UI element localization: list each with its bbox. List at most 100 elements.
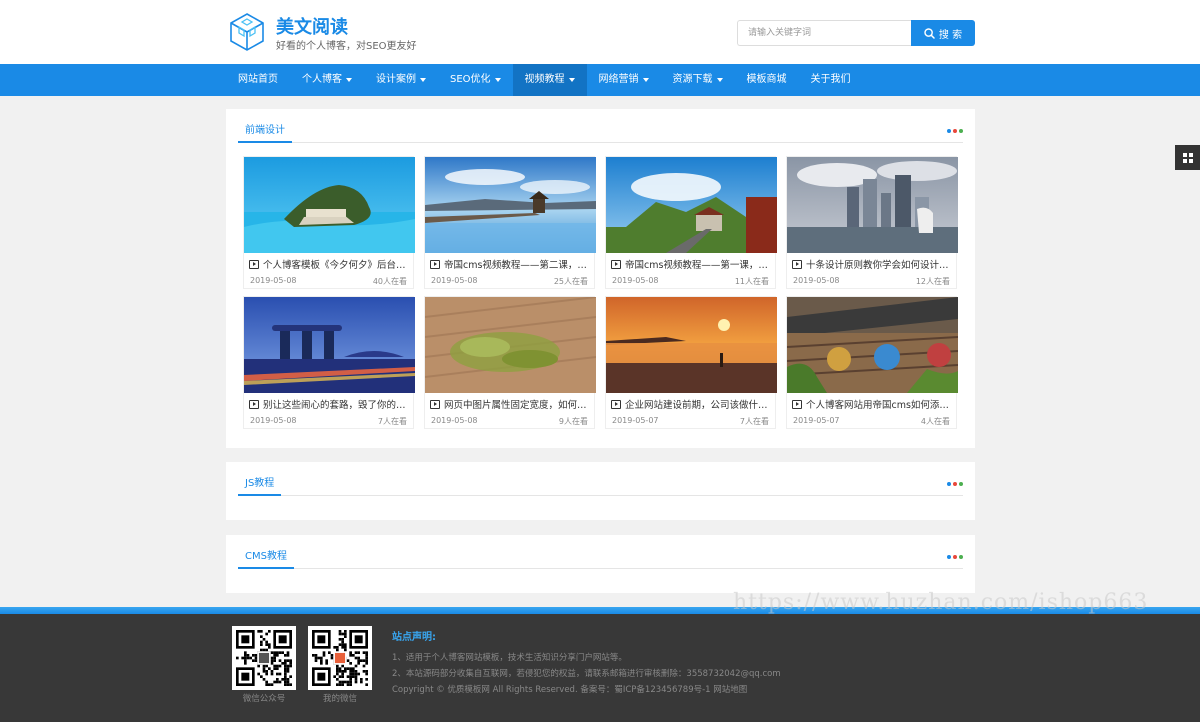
- video-play-icon: [249, 399, 259, 409]
- nav-item[interactable]: 资源下载: [661, 64, 735, 96]
- video-play-icon: [792, 259, 802, 269]
- card-thumbnail[interactable]: [787, 297, 958, 393]
- video-card[interactable]: 十条设计原则教你学会如何设计… 2019-05-08 12人在看: [786, 156, 958, 289]
- video-card[interactable]: 帝国cms视频教程——第一课，… 2019-05-08 11人在看: [605, 156, 777, 289]
- card-thumbnail[interactable]: [244, 157, 415, 253]
- caret-down-icon: [346, 78, 352, 82]
- card-date: 2019-05-07: [612, 416, 659, 425]
- more-dots-icon[interactable]: [947, 129, 963, 133]
- section-header: 前端设计: [238, 109, 963, 143]
- nav-item-label: 模板商城: [746, 74, 787, 85]
- card-date: 2019-05-08: [250, 416, 297, 425]
- card-title[interactable]: 网页中图片属性固定宽度，如何…: [430, 397, 592, 411]
- float-menu-button[interactable]: [1175, 145, 1200, 170]
- section-cms-tutorial: CMS教程: [226, 535, 975, 593]
- notice-line: 1、适用于个人博客网站模板，技术生活知识分享门户网站等。: [392, 653, 627, 663]
- nav-item[interactable]: 模板商城: [735, 64, 799, 96]
- thumbnail-image: [606, 157, 777, 253]
- thumbnail-image: [606, 297, 777, 393]
- video-play-icon: [430, 399, 440, 409]
- more-dots-icon[interactable]: [947, 555, 963, 559]
- video-play-icon: [792, 399, 802, 409]
- video-card[interactable]: 帝国cms视频教程——第二课，… 2019-05-08 25人在看: [424, 156, 596, 289]
- nav-item[interactable]: 网站首页: [226, 64, 290, 96]
- copyright-line[interactable]: Copyright © 优质模板网 All Rights Reserved. 备…: [392, 683, 747, 695]
- qr-label: 微信公众号: [242, 694, 286, 704]
- thumbnail-image: [244, 297, 415, 393]
- card-thumbnail[interactable]: [606, 297, 777, 393]
- section-title[interactable]: CMS教程: [238, 547, 294, 569]
- card-view-count: 7人在看: [739, 417, 769, 426]
- card-view-count: 12人在看: [915, 277, 950, 286]
- card-thumbnail[interactable]: [787, 157, 958, 253]
- search-button[interactable]: 搜 索: [911, 20, 975, 46]
- video-card[interactable]: 个人博客网站用帝国cms如何添… 2019-05-07 4人在看: [786, 296, 958, 429]
- qr-code-icon: [312, 630, 368, 686]
- qr-label: 我的微信: [322, 694, 357, 704]
- card-thumbnail[interactable]: [244, 297, 415, 393]
- card-title[interactable]: 帝国cms视频教程——第一课，…: [611, 257, 773, 271]
- thumbnail-image: [787, 297, 958, 393]
- nav-item-label: 资源下载: [672, 74, 713, 85]
- video-card[interactable]: 网页中图片属性固定宽度，如何… 2019-05-08 9人在看: [424, 296, 596, 429]
- card-view-count: 9人在看: [558, 417, 588, 426]
- thumbnail-image: [425, 157, 596, 253]
- section-header: JS教程: [238, 462, 963, 496]
- nav-item[interactable]: 网络营销: [587, 64, 661, 96]
- card-title[interactable]: 企业网站建设前期，公司该做什…: [611, 397, 773, 411]
- card-title-text: 帝国cms视频教程——第一课，…: [625, 260, 768, 271]
- video-card[interactable]: 个人博客模板《今夕何夕》后台… 2019-05-08 40人在看: [243, 156, 415, 289]
- card-date: 2019-05-08: [250, 276, 297, 285]
- card-view-count: 4人在看: [920, 417, 950, 426]
- section-js-tutorial: JS教程: [226, 462, 975, 520]
- qr-code-icon: [236, 630, 292, 686]
- thumbnail-image: [244, 157, 415, 253]
- nav-list: 网站首页 个人博客 设计案例 SEO优化 视频教程 网络营销 资源下载 模板商城 关于我们: [226, 64, 863, 96]
- search-input[interactable]: [737, 20, 911, 46]
- nav-item-label: 个人博客: [302, 74, 342, 85]
- site-logo[interactable]: 美文阅读 好看的个人博客，对SEO更友好: [228, 12, 428, 54]
- video-card[interactable]: 别让这些闹心的套路，毁了你的… 2019-05-08 7人在看: [243, 296, 415, 429]
- nav-item[interactable]: SEO优化: [438, 64, 513, 96]
- nav-item-label: 网站首页: [238, 74, 278, 85]
- nav-item-label: SEO优化: [450, 74, 491, 85]
- card-date: 2019-05-08: [793, 276, 840, 285]
- video-play-icon: [430, 259, 440, 269]
- card-date: 2019-05-07: [793, 416, 840, 425]
- site-header: 美文阅读 好看的个人博客，对SEO更友好 搜 索: [0, 0, 1200, 64]
- card-thumbnail[interactable]: [606, 157, 777, 253]
- caret-down-icon: [494, 78, 501, 82]
- card-date: 2019-05-08: [612, 276, 659, 285]
- section-title[interactable]: JS教程: [238, 474, 282, 496]
- section-header: CMS教程: [238, 535, 963, 569]
- card-thumbnail[interactable]: [425, 297, 596, 393]
- card-view-count: 7人在看: [377, 417, 407, 426]
- card-title[interactable]: 帝国cms视频教程——第二课，…: [430, 257, 592, 271]
- card-title-text: 个人博客网站用帝国cms如何添…: [806, 400, 949, 411]
- card-view-count: 40人在看: [372, 277, 407, 286]
- video-card[interactable]: 企业网站建设前期，公司该做什… 2019-05-07 7人在看: [605, 296, 777, 429]
- site-footer: 微信公众号 我的微信 站点声明: 1、适用于个人博客网站模板，技术生活知识分享门…: [0, 614, 1200, 722]
- video-play-icon: [611, 259, 621, 269]
- card-title[interactable]: 个人博客网站用帝国cms如何添…: [792, 397, 954, 411]
- card-title-text: 十条设计原则教你学会如何设计…: [806, 260, 949, 271]
- card-title[interactable]: 十条设计原则教你学会如何设计…: [792, 257, 954, 271]
- nav-item-label: 网络营销: [598, 74, 639, 85]
- card-title-text: 别让这些闹心的套路，毁了你的…: [263, 400, 406, 411]
- section-title[interactable]: 前端设计: [238, 121, 292, 143]
- nav-item[interactable]: 设计案例: [364, 64, 438, 96]
- nav-item[interactable]: 关于我们: [799, 64, 863, 96]
- card-title[interactable]: 个人博客模板《今夕何夕》后台…: [249, 257, 411, 271]
- site-title: 美文阅读: [276, 17, 348, 38]
- qr-code-my-wechat: [308, 626, 372, 690]
- nav-item[interactable]: 视频教程: [512, 64, 587, 96]
- more-dots-icon[interactable]: [947, 482, 963, 486]
- card-thumbnail[interactable]: [425, 157, 596, 253]
- main-nav: 网站首页 个人博客 设计案例 SEO优化 视频教程 网络营销 资源下载 模板商城 关于我们: [0, 64, 1200, 96]
- nav-item-label: 设计案例: [376, 74, 416, 85]
- card-title[interactable]: 别让这些闹心的套路，毁了你的…: [249, 397, 411, 411]
- site-subtitle: 好看的个人博客，对SEO更友好: [276, 41, 417, 52]
- nav-item[interactable]: 个人博客: [290, 64, 364, 96]
- thumbnail-image: [787, 157, 958, 253]
- caret-down-icon: [420, 78, 426, 82]
